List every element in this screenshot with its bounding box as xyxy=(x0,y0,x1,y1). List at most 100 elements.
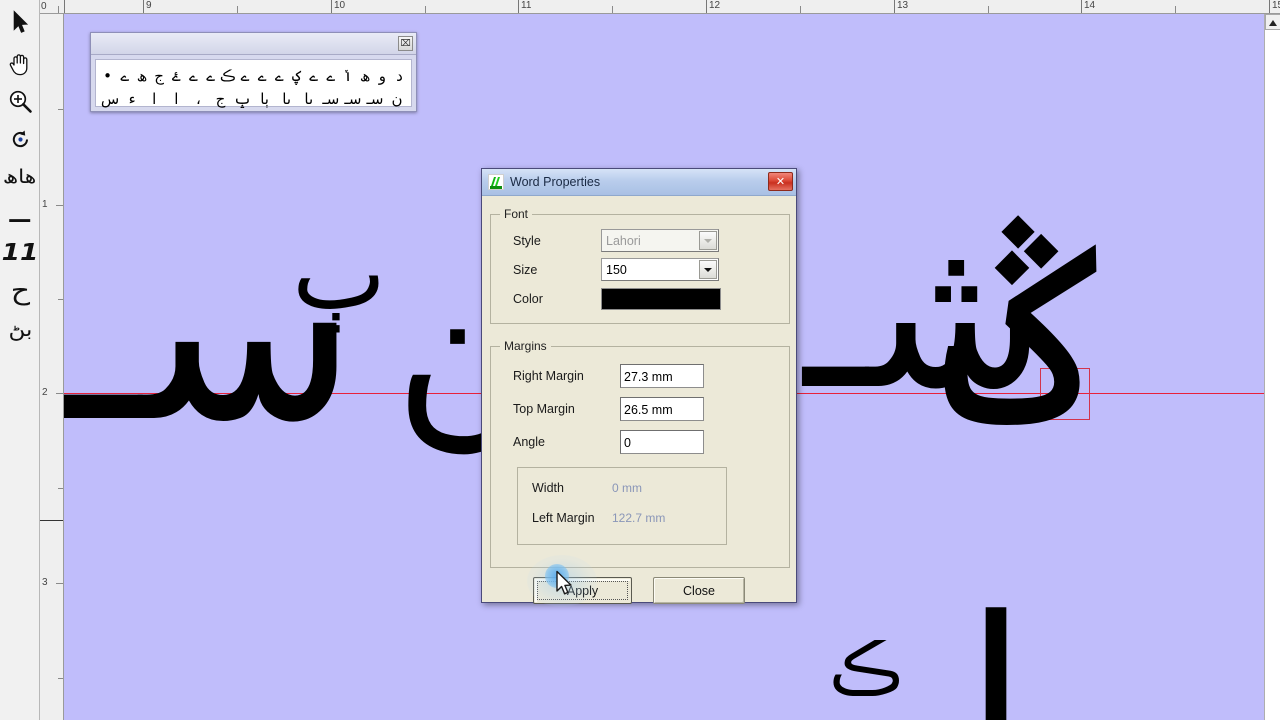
vertical-ruler: 0 1 2 3 xyxy=(40,14,64,720)
ruler-tick-major xyxy=(518,0,519,13)
palette-glyph-5[interactable]: ٮا xyxy=(277,86,297,108)
dialog-title-bar[interactable]: Word Properties ✕ xyxy=(482,169,796,196)
palette-glyph-13[interactable]: س xyxy=(100,86,120,108)
chevron-down-icon[interactable] xyxy=(699,260,717,279)
close-button[interactable]: Close xyxy=(653,577,745,604)
left-margin-row: Left Margin 122.7 mm xyxy=(532,511,722,525)
palette-glyph-9[interactable]: ے xyxy=(237,63,252,85)
app-green-icon xyxy=(487,174,504,191)
chevron-down-icon[interactable] xyxy=(699,231,717,250)
palette-glyph-11[interactable]: ا xyxy=(144,86,164,108)
angle-input[interactable]: 0 xyxy=(620,430,704,454)
right-margin-input[interactable]: 27.3 mm xyxy=(620,364,704,388)
ruler-origin-label: 0 xyxy=(41,1,47,12)
style-dropdown[interactable]: Lahori xyxy=(601,229,719,252)
ruler-label: 15 xyxy=(1272,0,1280,11)
top-margin-input[interactable]: 26.5 mm xyxy=(620,397,704,421)
palette-glyph-5[interactable]: ے xyxy=(306,63,321,85)
urdu-glyph-icon: بڻ xyxy=(8,317,32,341)
palette-glyph-2[interactable]: ھ xyxy=(358,63,373,85)
vertical-scrollbar[interactable] xyxy=(1264,14,1280,720)
palette-glyph-8[interactable]: ے xyxy=(255,63,270,85)
ruler-label: 13 xyxy=(897,0,909,11)
apply-button[interactable]: Apply xyxy=(533,577,632,604)
ruler-tick-major xyxy=(56,583,63,584)
palette-glyph-7[interactable]: ݒ xyxy=(232,86,252,108)
pan-hand-tool[interactable] xyxy=(0,44,40,82)
ruler-tick-major xyxy=(1269,0,1270,13)
right-margin-label: Right Margin xyxy=(513,369,584,383)
glyph-tool-5[interactable]: بڻ xyxy=(0,310,40,348)
glyph-tool-2[interactable]: ـ xyxy=(0,195,40,234)
color-swatch[interactable] xyxy=(601,288,721,310)
scroll-up-button[interactable] xyxy=(1265,14,1280,30)
glyph-tool-4[interactable]: ح xyxy=(0,272,40,310)
calligraphy-small-s[interactable]: ڪ xyxy=(829,634,903,704)
hand-icon xyxy=(8,51,32,76)
color-field-row: Color xyxy=(513,288,783,310)
palette-glyph-3[interactable]: ݳ xyxy=(340,63,355,85)
palette-glyph-14[interactable]: ج xyxy=(152,63,167,85)
calligraphy-alef-kaf[interactable]: ݣ xyxy=(944,209,1093,464)
palette-glyph-13[interactable]: ۓ xyxy=(169,63,184,85)
palette-glyph-9[interactable]: ، xyxy=(188,86,208,108)
arrow-cursor-icon xyxy=(12,10,29,34)
application-window: ھاھ ـ 11 ح بڻ 09101112131415 0123 سـٻنشـ… xyxy=(0,0,1280,720)
palette-row-1: د و ھ ݳ ے ے ؼ ے ے ے ڪ ے ے ۓ ج ھ ے • xyxy=(100,62,407,85)
left-toolbox: ھاھ ـ 11 ح بڻ xyxy=(0,0,40,720)
urdu-glyph-icon: 11 xyxy=(1,239,39,266)
calligraphy-dot[interactable]: ٻ xyxy=(292,224,386,324)
palette-glyph-1[interactable]: سـ xyxy=(365,86,385,108)
dialog-title: Word Properties xyxy=(510,175,601,189)
size-field-row: Size 150 xyxy=(513,258,783,281)
palette-glyph-6[interactable]: ٻا xyxy=(255,86,275,108)
left-margin-label: Left Margin xyxy=(532,511,595,525)
width-value: 0 mm xyxy=(612,481,642,495)
palette-glyph-12[interactable]: ء xyxy=(122,86,142,108)
ruler-label: 14 xyxy=(1084,0,1096,11)
margins-group-legend: Margins xyxy=(500,339,551,353)
glyph-palette-window[interactable]: ⌧ د و ھ ݳ ے ے ؼ ے ے ے ڪ ے ے ۓ ج ھ ے • نِ سـ سـ سـ ٮا ٮا ٻا ݒ ج ، ا ا… xyxy=(90,32,417,112)
ruler-label: 3 xyxy=(42,577,48,588)
glyph-tool-1[interactable]: ھاھ xyxy=(0,158,40,196)
ruler-tick-minor xyxy=(237,6,238,13)
angle-label: Angle xyxy=(513,435,545,449)
size-dropdown[interactable]: 150 xyxy=(601,258,719,281)
word-properties-dialog[interactable]: Word Properties ✕ Font Style Lahori Size xyxy=(481,168,797,604)
style-value: Lahori xyxy=(606,233,641,248)
palette-close-button[interactable]: ⌧ xyxy=(398,36,413,51)
calligraphy-alef-stroke[interactable]: ا xyxy=(964,589,1028,720)
zoom-tool[interactable] xyxy=(0,82,40,120)
palette-glyph-6[interactable]: ؼ xyxy=(289,63,304,85)
palette-glyph-15[interactable]: ھ xyxy=(134,63,149,85)
magnifier-plus-icon xyxy=(8,89,33,114)
size-value: 150 xyxy=(606,262,627,277)
palette-glyph-0[interactable]: نِ xyxy=(387,86,407,108)
width-row: Width 0 mm xyxy=(532,481,722,495)
ruler-label: 11 xyxy=(521,0,532,11)
palette-glyph-1[interactable]: و xyxy=(375,63,390,85)
palette-glyph-11[interactable]: ے xyxy=(203,63,218,85)
palette-glyph-17[interactable]: • xyxy=(100,63,115,85)
top-margin-label: Top Margin xyxy=(513,402,575,416)
palette-glyph-3[interactable]: سـ xyxy=(321,86,341,108)
ruler-tick-minor xyxy=(58,108,63,110)
ruler-tick-major xyxy=(56,393,63,394)
glyph-tool-3[interactable]: 11 xyxy=(0,234,40,272)
dialog-close-button[interactable]: ✕ xyxy=(768,172,793,191)
select-arrow-tool[interactable] xyxy=(0,0,40,44)
margins-group: Margins Right Margin 27.3 mm Top Margin … xyxy=(490,339,790,568)
rotate-tool[interactable] xyxy=(0,120,40,158)
palette-glyph-4[interactable]: ٮا xyxy=(299,86,319,108)
top-margin-row: Top Margin 26.5 mm xyxy=(513,397,783,421)
angle-row: Angle 0 xyxy=(513,430,783,454)
palette-glyph-7[interactable]: ے xyxy=(272,63,287,85)
palette-glyph-16[interactable]: ے xyxy=(117,63,132,85)
palette-glyph-2[interactable]: سـ xyxy=(343,86,363,108)
palette-glyph-0[interactable]: د xyxy=(392,63,407,85)
palette-glyph-8[interactable]: ج xyxy=(210,86,230,108)
palette-glyph-10[interactable]: ڪ xyxy=(220,63,235,85)
palette-glyph-10[interactable]: ا xyxy=(166,86,186,108)
palette-glyph-12[interactable]: ے xyxy=(186,63,201,85)
palette-glyph-4[interactable]: ے xyxy=(323,63,338,85)
